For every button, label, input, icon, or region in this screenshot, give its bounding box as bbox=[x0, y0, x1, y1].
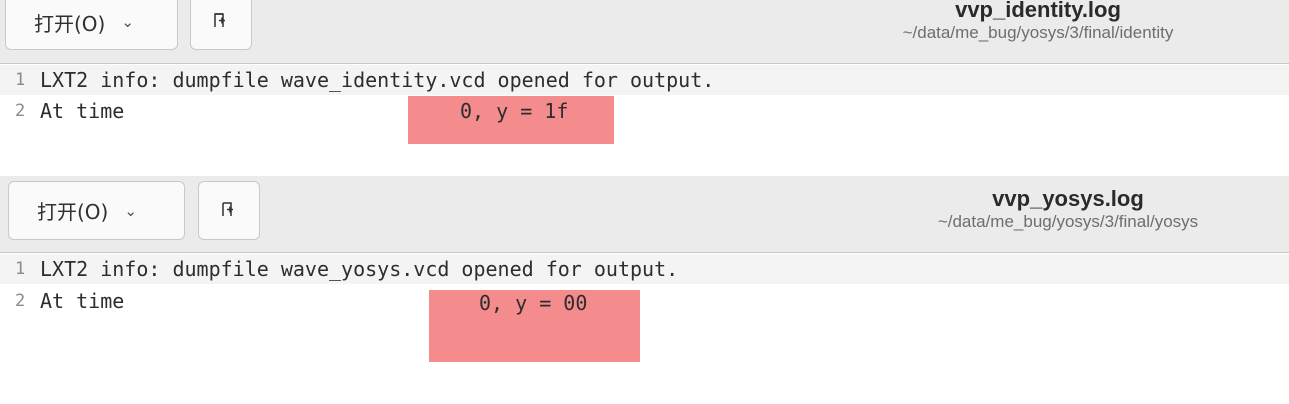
open-button[interactable]: 打开(O) ⌄ bbox=[5, 0, 178, 50]
highlighted-value: 0, y = 1f bbox=[460, 99, 569, 123]
window-subtitle: ~/data/me_bug/yosys/3/final/yosys bbox=[937, 212, 1199, 231]
new-document-icon bbox=[220, 200, 238, 222]
header-bar: 打开(O) ⌄ vvp_yosys.log ~/data/me_bug/yosy… bbox=[0, 176, 1289, 253]
text-line[interactable]: 1 LXT2 info: dumpfile wave_yosys.vcd ope… bbox=[0, 254, 1289, 284]
text-line[interactable]: 1 LXT2 info: dumpfile wave_identity.vcd … bbox=[0, 65, 1289, 95]
open-button[interactable]: 打开(O) ⌄ bbox=[8, 181, 185, 240]
editor-window-identity: 打开(O) ⌄ vvp_identity.log ~/data/me_bug/y… bbox=[0, 0, 1289, 176]
title-block: vvp_identity.log ~/data/me_bug/yosys/3/f… bbox=[838, 0, 1238, 44]
new-document-button[interactable] bbox=[190, 0, 252, 50]
title-block: vvp_yosys.log ~/data/me_bug/yosys/3/fina… bbox=[868, 187, 1268, 233]
header-bar: 打开(O) ⌄ vvp_identity.log ~/data/me_bug/y… bbox=[0, 0, 1289, 64]
line-text: At time bbox=[40, 99, 125, 123]
open-button-label: 打开(O) bbox=[34, 11, 106, 36]
line-number: 2 bbox=[15, 291, 26, 311]
line-text: At time bbox=[40, 289, 125, 313]
new-document-button[interactable] bbox=[198, 181, 260, 240]
line-number: 1 bbox=[15, 70, 26, 90]
line-text: LXT2 info: dumpfile wave_yosys.vcd opene… bbox=[40, 257, 679, 281]
open-button-label: 打开(O) bbox=[37, 200, 109, 224]
window-subtitle: ~/data/me_bug/yosys/3/final/identity bbox=[902, 23, 1174, 42]
window-title: vvp_identity.log bbox=[955, 0, 1121, 22]
line-text: LXT2 info: dumpfile wave_identity.vcd op… bbox=[40, 68, 715, 92]
editor-window-yosys: 打开(O) ⌄ vvp_yosys.log ~/data/me_bug/yosy… bbox=[0, 176, 1289, 404]
line-number: 2 bbox=[15, 101, 26, 121]
window-title: vvp_yosys.log bbox=[992, 186, 1144, 211]
text-line[interactable]: 2 At time bbox=[0, 286, 1289, 316]
chevron-down-icon: ⌄ bbox=[121, 13, 134, 31]
highlighted-value: 0, y = 00 bbox=[479, 291, 588, 315]
chevron-down-icon: ⌄ bbox=[124, 201, 137, 220]
text-line[interactable]: 2 At time bbox=[0, 96, 1289, 126]
new-document-icon bbox=[212, 11, 230, 33]
line-number: 1 bbox=[15, 259, 26, 279]
